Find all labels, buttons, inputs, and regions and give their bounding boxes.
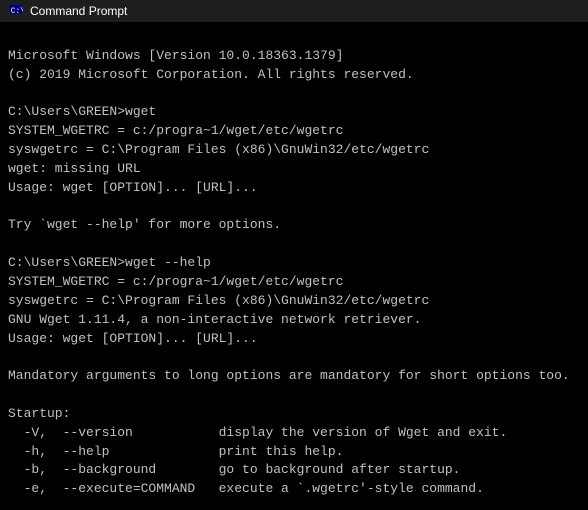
terminal-line: syswgetrc = C:\Program Files (x86)\GnuWi…	[8, 292, 580, 311]
terminal-window[interactable]: Microsoft Windows [Version 10.0.18363.13…	[0, 22, 588, 510]
terminal-line: ​	[8, 386, 580, 405]
terminal-line: -e, --execute=COMMAND execute a `.wgetrc…	[8, 480, 580, 499]
terminal-line: Startup:	[8, 405, 580, 424]
terminal-line: Usage: wget [OPTION]... [URL]...	[8, 330, 580, 349]
terminal-line: -h, --help print this help.	[8, 443, 580, 462]
cmd-icon: C:\	[8, 3, 24, 19]
terminal-line: (c) 2019 Microsoft Corporation. All righ…	[8, 66, 580, 85]
terminal-line: syswgetrc = C:\Program Files (x86)\GnuWi…	[8, 141, 580, 160]
title-bar-label: Command Prompt	[30, 4, 127, 18]
terminal-line: SYSTEM_WGETRC = c:/progra~1/wget/etc/wge…	[8, 122, 580, 141]
terminal-line: ​	[8, 198, 580, 217]
terminal-line: GNU Wget 1.11.4, a non-interactive netwo…	[8, 311, 580, 330]
terminal-line: -V, --version display the version of Wge…	[8, 424, 580, 443]
terminal-line: ​	[8, 348, 580, 367]
terminal-line: Usage: wget [OPTION]... [URL]...	[8, 179, 580, 198]
svg-text:C:\: C:\	[11, 7, 23, 16]
terminal-line: ​	[8, 235, 580, 254]
terminal-line: SYSTEM_WGETRC = c:/progra~1/wget/etc/wge…	[8, 273, 580, 292]
terminal-line: ​	[8, 499, 580, 510]
title-bar: C:\ Command Prompt	[0, 0, 588, 22]
terminal-line: C:\Users\GREEN>wget --help	[8, 254, 580, 273]
terminal-line: -b, --background go to background after …	[8, 461, 580, 480]
terminal-line: Mandatory arguments to long options are …	[8, 367, 580, 386]
terminal-line: Try `wget --help' for more options.	[8, 216, 580, 235]
terminal-line: Microsoft Windows [Version 10.0.18363.13…	[8, 47, 580, 66]
terminal-line: wget: missing URL	[8, 160, 580, 179]
terminal-line: C:\Users\GREEN>wget	[8, 103, 580, 122]
terminal-line: ​	[8, 85, 580, 104]
